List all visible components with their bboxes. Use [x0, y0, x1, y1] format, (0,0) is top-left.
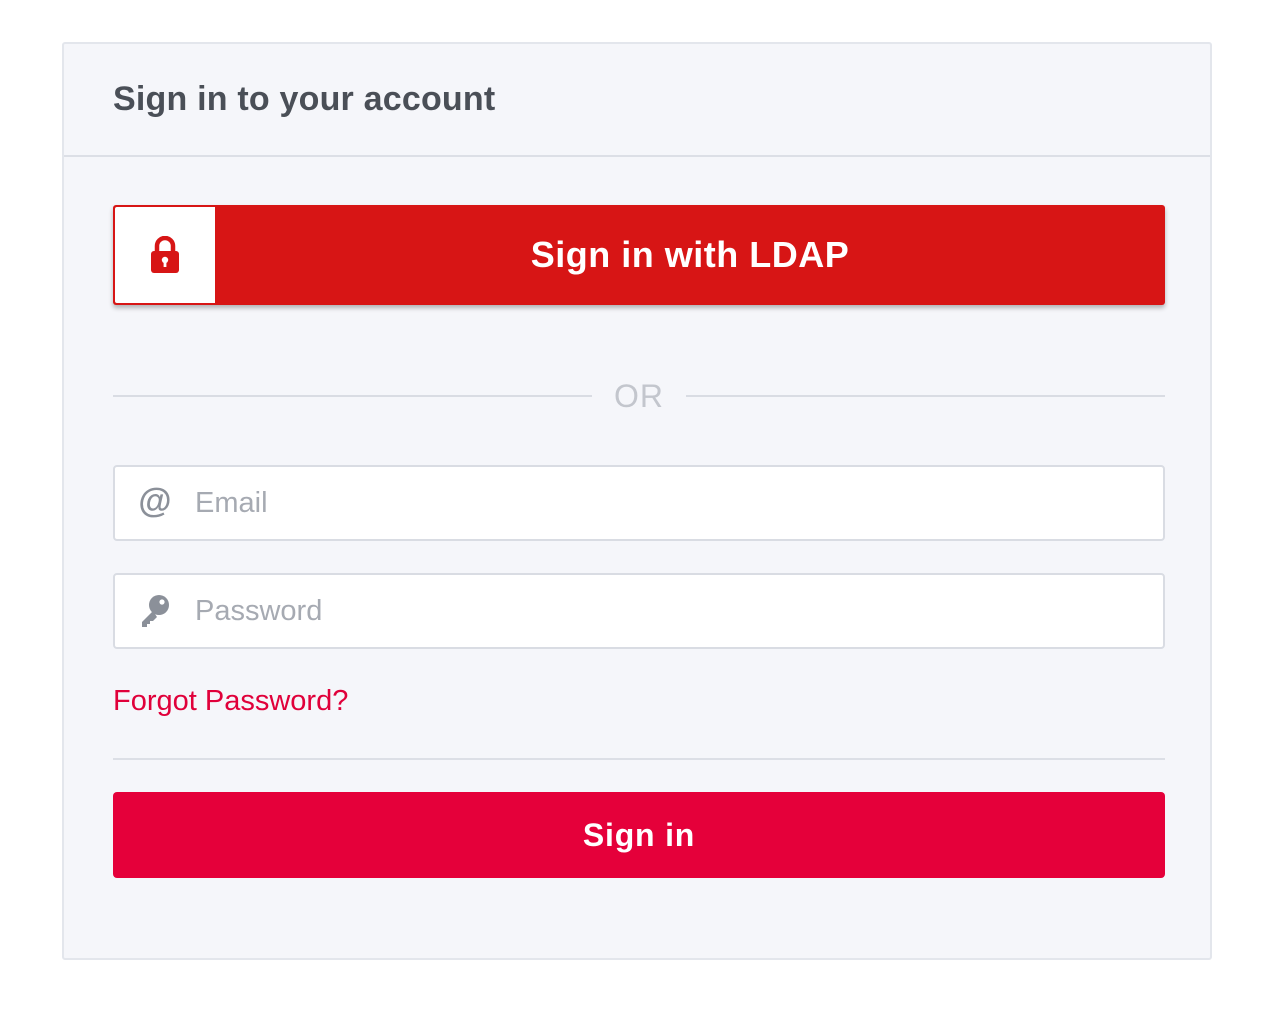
ldap-sign-in-button[interactable]: Sign in with LDAP [113, 205, 1165, 305]
divider-line-left [113, 395, 592, 397]
login-card: Sign in to your account Sign in with LDA… [62, 42, 1212, 960]
card-header: Sign in to your account [64, 44, 1210, 157]
divider-line-right [686, 395, 1165, 397]
card-body: Sign in with LDAP OR @ Forgot Passwo [64, 157, 1210, 958]
page-title: Sign in to your account [113, 80, 496, 118]
or-divider: OR [113, 376, 1165, 416]
ldap-icon-box [115, 207, 215, 303]
email-field-container: @ [113, 465, 1165, 541]
key-icon-svg [142, 595, 169, 627]
or-divider-text: OR [614, 377, 664, 414]
at-sign-icon: @ [115, 484, 195, 518]
form-divider [113, 758, 1165, 760]
lock-icon [151, 236, 179, 273]
sign-in-button[interactable]: Sign in [113, 792, 1165, 878]
key-icon [115, 594, 195, 628]
forgot-password-link[interactable]: Forgot Password? [113, 685, 348, 718]
password-field-container [113, 573, 1165, 649]
ldap-button-label: Sign in with LDAP [530, 234, 850, 275]
password-field[interactable] [195, 575, 1163, 647]
at-sign-glyph: @ [138, 482, 172, 520]
email-field[interactable] [195, 467, 1163, 539]
